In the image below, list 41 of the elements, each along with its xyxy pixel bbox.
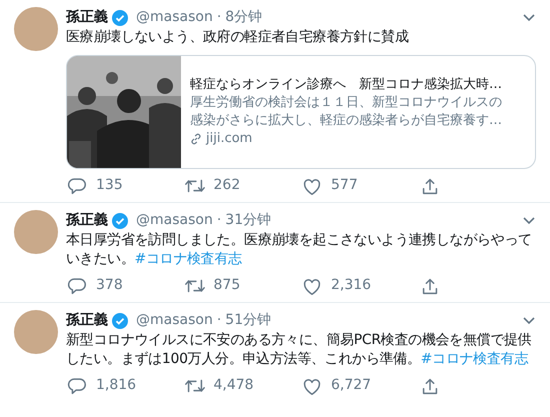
timestamp[interactable]: 51分钟: [225, 310, 272, 331]
chevron-icon[interactable]: [522, 316, 536, 326]
retweet-count: 4,478: [214, 376, 254, 395]
retweet-count: 875: [214, 276, 240, 295]
like-count: 6,727: [331, 376, 372, 395]
tweet-text: 新型コロナウイルスに不安のある方々に、簡易PCR検査の機会を無償で提供したい。まずは100万人分。申込方法等、これから準備。#コロナ検査有志: [66, 331, 532, 369]
tweet-text: 医療崩壊しないよう、政府の軽症者自宅療養方針に賛成: [66, 28, 410, 47]
user-name[interactable]: 孫正義: [66, 310, 108, 331]
retweet-count: 262: [214, 176, 240, 195]
card-domain: jiji.com: [206, 130, 252, 148]
card-title: 軽症ならオンライン診療へ 新型コロナ感染拡大時…: [190, 76, 502, 94]
hashtag-link[interactable]: #コロナ検査有志: [420, 351, 528, 367]
timestamp[interactable]: 31分钟: [225, 210, 272, 231]
reply-count: 378: [96, 276, 123, 295]
reply-icon[interactable]: [66, 176, 88, 196]
reply-icon[interactable]: [66, 276, 88, 296]
like-count: 2,316: [331, 276, 372, 295]
reply-icon[interactable]: [66, 376, 88, 396]
reply-count: 135: [96, 176, 123, 195]
separator: ·: [216, 311, 222, 330]
card-description: 厚生労働省の検討会は１１日、新型コロナウイルスの: [190, 94, 502, 112]
separator: ·: [216, 211, 222, 230]
tweet-text: 本日厚労省を訪問しました。医療崩壊を起こさないよう連携しながらやっていきたい。#コロナ検査有志: [66, 231, 533, 269]
avatar: [14, 7, 58, 51]
timestamp[interactable]: 8分钟: [225, 7, 262, 28]
user-handle[interactable]: @masason: [136, 310, 213, 331]
avatar: [14, 210, 58, 254]
user-handle[interactable]: @masason: [136, 7, 213, 28]
user-name[interactable]: 孫正義: [66, 210, 108, 231]
avatar: [14, 310, 58, 354]
link-icon: [190, 133, 202, 145]
user-name[interactable]: 孫正義: [66, 7, 108, 28]
chevron-icon[interactable]: [522, 216, 536, 226]
reply-count: 1,816: [96, 376, 136, 395]
link-card[interactable]: 軽症ならオンライン診療へ 新型コロナ感染拡大時… 厚生労働省の検討会は１１日、新型コロナウイルスの 感染がさらに拡大し、軽症の感染者らが自宅療養す… jiji.com: [66, 55, 536, 169]
hashtag-link[interactable]: #コロナ検査有志: [134, 251, 242, 267]
chevron-icon[interactable]: [522, 12, 536, 22]
like-count: 577: [331, 176, 358, 195]
card-description: 感染がさらに拡大し、軽症の感染者らが自宅療養す…: [190, 112, 502, 130]
user-handle[interactable]: @masason: [136, 210, 213, 231]
separator: ·: [216, 8, 222, 27]
